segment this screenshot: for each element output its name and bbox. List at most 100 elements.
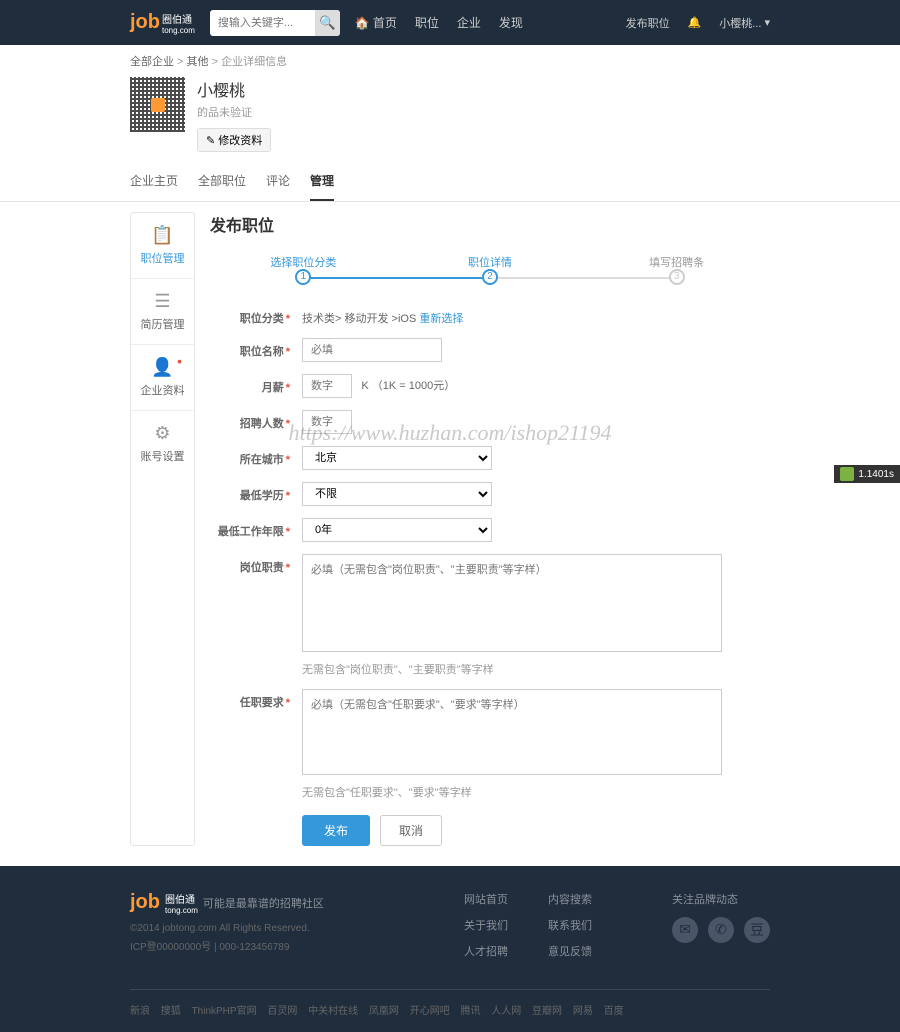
category-value: 技术类> 移动开发 >iOS 重新选择 bbox=[302, 305, 770, 326]
sidebar-label: 职位管理 bbox=[141, 253, 185, 265]
footer-bottom-link[interactable]: 新浪 bbox=[130, 1006, 150, 1017]
footer-bottom-link[interactable]: 开心网吧 bbox=[410, 1006, 450, 1017]
main-header: job 圈伯通 tong.com 🔍 🏠首页 职位 企业 发现 发布职位 🔔 小… bbox=[0, 0, 900, 45]
sidebar-label: 账号设置 bbox=[141, 451, 185, 463]
notification-dot: • bbox=[177, 353, 182, 369]
sidebar-label: 企业资料 bbox=[141, 385, 185, 397]
footer-link[interactable]: 内容搜索 bbox=[548, 891, 592, 907]
breadcrumb: 全部企业 > 其他 > 企业详细信息 bbox=[0, 45, 900, 77]
sidebar: 📋 职位管理 ☰ 简历管理 • 👤 企业资料 ⚙ 账号设置 bbox=[130, 212, 195, 846]
breadcrumb-link[interactable]: 全部企业 bbox=[130, 56, 174, 68]
nav-jobs[interactable]: 职位 bbox=[415, 14, 439, 31]
document-icon: 📋 bbox=[136, 225, 189, 246]
label-salary: 月薪 bbox=[262, 382, 284, 394]
job-form: 职位分类* 技术类> 移动开发 >iOS 重新选择 职位名称* 月薪* K （1… bbox=[210, 305, 770, 846]
count-input[interactable] bbox=[302, 410, 352, 434]
label-req: 任职要求 bbox=[240, 697, 284, 709]
content-area: 发布职位 选择职位分类 1 职位详情 2 填写招聘条 3 职位分类* bbox=[210, 212, 770, 846]
footer-link[interactable]: 关于我们 bbox=[464, 917, 508, 933]
salary-input[interactable] bbox=[302, 374, 352, 398]
perf-badge: 1.1401s bbox=[834, 465, 900, 483]
search-input[interactable] bbox=[210, 17, 315, 29]
user-menu[interactable]: 小樱桃... ▾ bbox=[719, 15, 770, 31]
notifications-icon[interactable]: 🔔 bbox=[688, 16, 702, 29]
step-label: 选择职位分类 bbox=[210, 254, 397, 270]
nav-home[interactable]: 🏠首页 bbox=[355, 14, 397, 31]
pencil-icon: ✎ bbox=[206, 134, 215, 147]
footer-bottom-link[interactable]: 豆瓣网 bbox=[532, 1006, 562, 1017]
footer-logo-text: job bbox=[130, 891, 160, 914]
label-city: 所在城市 bbox=[240, 454, 284, 466]
username: 小樱桃... bbox=[719, 15, 761, 31]
social-label: 关注品牌动态 bbox=[672, 891, 770, 907]
label-count: 招聘人数 bbox=[240, 418, 284, 430]
search-button[interactable]: 🔍 bbox=[315, 10, 340, 36]
sidebar-item-resume[interactable]: ☰ 简历管理 bbox=[131, 279, 194, 345]
logo[interactable]: job 圈伯通 tong.com bbox=[130, 11, 195, 35]
city-select[interactable]: 北京 bbox=[302, 446, 492, 470]
tab-home[interactable]: 企业主页 bbox=[130, 162, 178, 201]
step-circle: 2 bbox=[482, 269, 498, 285]
publish-link[interactable]: 发布职位 bbox=[626, 15, 670, 31]
main-nav: 🏠首页 职位 企业 发现 bbox=[355, 14, 523, 31]
step-1: 选择职位分类 1 bbox=[210, 268, 397, 285]
nav-company[interactable]: 企业 bbox=[457, 14, 481, 31]
header-right: 发布职位 🔔 小樱桃... ▾ bbox=[626, 15, 770, 31]
salary-unit: K （1K = 1000元） bbox=[361, 380, 455, 392]
footer-bottom-link[interactable]: 搜狐 bbox=[161, 1006, 181, 1017]
gear-icon: ⚙ bbox=[136, 423, 189, 444]
sidebar-item-settings[interactable]: ⚙ 账号设置 bbox=[131, 411, 194, 476]
footer-logo-sub: 圈伯通 bbox=[165, 891, 198, 906]
step-label: 职位详情 bbox=[397, 254, 584, 270]
sidebar-label: 简历管理 bbox=[141, 319, 185, 331]
publish-button[interactable]: 发布 bbox=[302, 815, 370, 846]
step-circle: 3 bbox=[669, 269, 685, 285]
footer: job 圈伯通 tong.com 可能是最靠谱的招聘社区 ©2014 jobto… bbox=[0, 866, 900, 1032]
job-name-input[interactable] bbox=[302, 338, 442, 362]
footer-bottom-link[interactable]: 百灵网 bbox=[267, 1006, 297, 1017]
footer-bottom-link[interactable]: 凤凰网 bbox=[369, 1006, 399, 1017]
profile-tabs: 企业主页 全部职位 评论 管理 bbox=[0, 162, 900, 202]
req-textarea[interactable] bbox=[302, 689, 722, 775]
tab-comments[interactable]: 评论 bbox=[266, 162, 290, 201]
douban-icon[interactable]: 豆 bbox=[744, 917, 770, 943]
cancel-button[interactable]: 取消 bbox=[380, 815, 442, 846]
exp-select[interactable]: 0年 bbox=[302, 518, 492, 542]
weibo-icon[interactable]: ✆ bbox=[708, 917, 734, 943]
footer-bottom-link[interactable]: ThinkPHP官网 bbox=[192, 1006, 257, 1017]
sidebar-item-profile[interactable]: • 👤 企业资料 bbox=[131, 345, 194, 411]
footer-bottom-link[interactable]: 网易 bbox=[573, 1006, 593, 1017]
label-edu: 最低学历 bbox=[240, 490, 284, 502]
company-profile: 小樱桃 的品未验证 ✎修改资料 bbox=[0, 77, 900, 162]
edit-profile-button[interactable]: ✎修改资料 bbox=[197, 128, 271, 152]
footer-bottom-link[interactable]: 中关村在线 bbox=[308, 1006, 358, 1017]
nav-label: 首页 bbox=[373, 14, 397, 31]
footer-link[interactable]: 人才招聘 bbox=[464, 943, 508, 959]
duty-textarea[interactable] bbox=[302, 554, 722, 652]
tab-all-jobs[interactable]: 全部职位 bbox=[198, 162, 246, 201]
wechat-icon[interactable]: ✉ bbox=[672, 917, 698, 943]
sidebar-item-jobs[interactable]: 📋 职位管理 bbox=[131, 213, 194, 279]
footer-link[interactable]: 意见反馈 bbox=[548, 943, 592, 959]
company-name: 小樱桃 bbox=[197, 77, 271, 101]
footer-icp: ICP登00000000号 | 000-123456789 bbox=[130, 938, 384, 953]
logo-text: job bbox=[130, 11, 160, 34]
step-label: 填写招聘条 bbox=[583, 254, 770, 270]
tab-manage[interactable]: 管理 bbox=[310, 162, 334, 201]
step-indicator: 选择职位分类 1 职位详情 2 填写招聘条 3 bbox=[210, 268, 770, 285]
footer-bottom-link[interactable]: 腾讯 bbox=[460, 1006, 480, 1017]
footer-copyright: ©2014 jobtong.com All Rights Reserved. bbox=[130, 923, 384, 934]
footer-bottom-link[interactable]: 人人网 bbox=[491, 1006, 521, 1017]
edu-select[interactable]: 不限 bbox=[302, 482, 492, 506]
reselect-link[interactable]: 重新选择 bbox=[419, 313, 463, 325]
footer-link[interactable]: 网站首页 bbox=[464, 891, 508, 907]
search-icon: 🔍 bbox=[319, 15, 336, 30]
breadcrumb-link[interactable]: 其他 bbox=[187, 56, 209, 68]
logo-subtitle: 圈伯通 bbox=[162, 11, 195, 26]
footer-link[interactable]: 联系我们 bbox=[548, 917, 592, 933]
home-icon: 🏠 bbox=[355, 16, 370, 30]
footer-bottom-link[interactable]: 百度 bbox=[604, 1006, 624, 1017]
nav-discover[interactable]: 发现 bbox=[499, 14, 523, 31]
footer-tagline: 可能是最靠谱的招聘社区 bbox=[203, 895, 324, 911]
qr-code bbox=[130, 77, 185, 132]
